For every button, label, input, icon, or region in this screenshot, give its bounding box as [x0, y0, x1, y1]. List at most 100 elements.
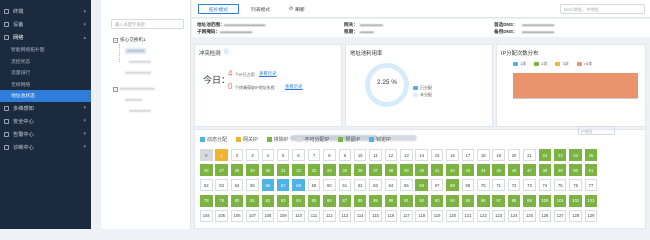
ip-cell[interactable]: 106: [230, 209, 244, 222]
ip-cell[interactable]: 79: [215, 194, 228, 207]
tree-node-selected[interactable]: ▭▭▭▭: [125, 48, 147, 54]
ip-cell[interactable]: 123: [492, 209, 505, 222]
refresh-button[interactable]: ⟳ 刷新: [284, 4, 310, 14]
ip-cell[interactable]: 20: [507, 149, 521, 161]
nav-item-terminal[interactable]: 终端 ▾: [0, 5, 91, 18]
ip-cell[interactable]: 90: [384, 194, 398, 207]
ip-cell[interactable]: 0: [200, 149, 213, 161]
ip-cell[interactable]: 120: [446, 209, 459, 222]
ip-cell[interactable]: 89: [369, 194, 382, 207]
ip-cell[interactable]: 80: [230, 194, 244, 207]
ip-cell[interactable]: 29: [246, 164, 259, 177]
topology-mode-button[interactable]: 拓扑模式: [198, 4, 239, 14]
ip-cell[interactable]: 96: [477, 194, 490, 207]
nav-sub-item[interactable]: 流控状态: [0, 56, 91, 68]
ip-cell[interactable]: 83: [276, 194, 290, 207]
ip-cell[interactable]: 73: [523, 179, 536, 192]
ip-cell[interactable]: 37: [369, 164, 382, 177]
nav-sub-item[interactable]: 地址池状态: [0, 90, 91, 102]
ip-cell[interactable]: 99: [523, 194, 536, 207]
ip-cell[interactable]: 38: [384, 164, 398, 177]
ip-cell[interactable]: 76: [569, 179, 582, 192]
ip-cell[interactable]: 54: [230, 179, 244, 192]
ip-cell[interactable]: 127: [553, 209, 567, 222]
ip-cell[interactable]: 3: [246, 149, 259, 161]
ip-cell[interactable]: 32: [292, 164, 305, 177]
ip-cell[interactable]: 117: [400, 209, 413, 222]
list-mode-button[interactable]: 列表模式: [240, 4, 281, 14]
ip-cell[interactable]: 72: [507, 179, 521, 192]
ip-cell[interactable]: 95: [461, 194, 475, 207]
ip-cell[interactable]: 23: [553, 149, 567, 161]
tree-node[interactable]: ▭▭▭▭▭▭: [125, 70, 151, 76]
ip-cell[interactable]: 110: [292, 209, 305, 222]
ip-cell[interactable]: 28: [230, 164, 244, 177]
ip-cell[interactable]: 92: [415, 194, 428, 207]
ip-cell[interactable]: 101: [553, 194, 567, 207]
ip-cell[interactable]: 61: [338, 179, 352, 192]
ip-cell[interactable]: 44: [477, 164, 490, 177]
ip-cell[interactable]: 84: [292, 194, 305, 207]
ip-cell[interactable]: 51: [584, 164, 598, 177]
ip-cell[interactable]: 7: [307, 149, 321, 161]
ip-cell[interactable]: 112: [323, 209, 336, 222]
ip-cell[interactable]: 115: [369, 209, 382, 222]
ip-cell[interactable]: 31: [276, 164, 290, 177]
ip-cell[interactable]: 52: [200, 179, 213, 192]
ip-cell[interactable]: 71: [492, 179, 505, 192]
ip-cell[interactable]: 17: [461, 149, 475, 161]
ip-cell[interactable]: 13: [400, 149, 413, 161]
ip-cell[interactable]: 66: [415, 179, 428, 192]
ip-cell[interactable]: 60: [323, 179, 336, 192]
ip-cell[interactable]: 57: [276, 179, 290, 192]
nav-item-bell[interactable]: 告警中心 ▾: [0, 128, 91, 141]
ip-cell[interactable]: 46: [507, 164, 521, 177]
ip-cell[interactable]: 30: [261, 164, 275, 177]
ip-cell[interactable]: 4: [261, 149, 275, 161]
view-history-link-1[interactable]: 查看历史: [259, 71, 277, 77]
ip-cell[interactable]: 47: [523, 164, 536, 177]
nav-sub-item[interactable]: 无线网络: [0, 79, 91, 91]
ip-cell[interactable]: 62: [353, 179, 367, 192]
ip-cell[interactable]: 12: [384, 149, 398, 161]
ip-cell[interactable]: 109: [276, 209, 290, 222]
ip-cell[interactable]: 36: [353, 164, 367, 177]
ip-cell[interactable]: 86: [323, 194, 336, 207]
tree-search-input[interactable]: 输入关键字搜索: [111, 19, 184, 29]
ip-cell[interactable]: 113: [338, 209, 352, 222]
ip-cell[interactable]: 102: [569, 194, 582, 207]
ip-cell[interactable]: 75: [553, 179, 567, 192]
ip-cell[interactable]: 45: [492, 164, 505, 177]
ip-cell[interactable]: 63: [369, 179, 382, 192]
ip-cell[interactable]: 14: [415, 149, 428, 161]
ip-cell[interactable]: 2: [230, 149, 244, 161]
ip-cell[interactable]: 82: [261, 194, 275, 207]
ip-cell[interactable]: 105: [215, 209, 228, 222]
ip-cell[interactable]: 34: [323, 164, 336, 177]
nav-sub-item[interactable]: 智能网络拓扑图: [0, 44, 91, 56]
ip-cell[interactable]: 19: [492, 149, 505, 161]
tree-root-node[interactable]: − 核心交换机1: [113, 37, 146, 43]
ip-cell[interactable]: 21: [523, 149, 536, 161]
ip-cell[interactable]: 55: [246, 179, 259, 192]
view-history-link-2[interactable]: 查看历史: [285, 84, 303, 90]
ip-cell[interactable]: 98: [507, 194, 521, 207]
ip-cell[interactable]: 119: [430, 209, 444, 222]
ip-cell[interactable]: 111: [307, 209, 321, 222]
ip-cell[interactable]: 39: [400, 164, 413, 177]
ip-cell[interactable]: 59: [307, 179, 321, 192]
ip-cell[interactable]: 93: [430, 194, 444, 207]
ip-cell[interactable]: 104: [200, 209, 213, 222]
ip-cell[interactable]: 56: [261, 179, 275, 192]
tree-node[interactable]: ▭▭▭▭▭: [129, 59, 151, 65]
ip-cell[interactable]: 33: [307, 164, 321, 177]
ip-cell[interactable]: 40: [415, 164, 428, 177]
ip-cell[interactable]: 6: [292, 149, 305, 161]
ip-cell[interactable]: 26: [200, 164, 213, 177]
tree-root-node-2[interactable]: − ▭▭▭▭▭▭▭▭: [113, 86, 155, 92]
ip-cell[interactable]: 41: [430, 164, 444, 177]
ip-cell[interactable]: 11: [369, 149, 382, 161]
ip-cell[interactable]: 1: [215, 149, 228, 161]
ip-cell[interactable]: 53: [215, 179, 228, 192]
tree-node[interactable]: ▭▭▭▭: [125, 97, 142, 103]
